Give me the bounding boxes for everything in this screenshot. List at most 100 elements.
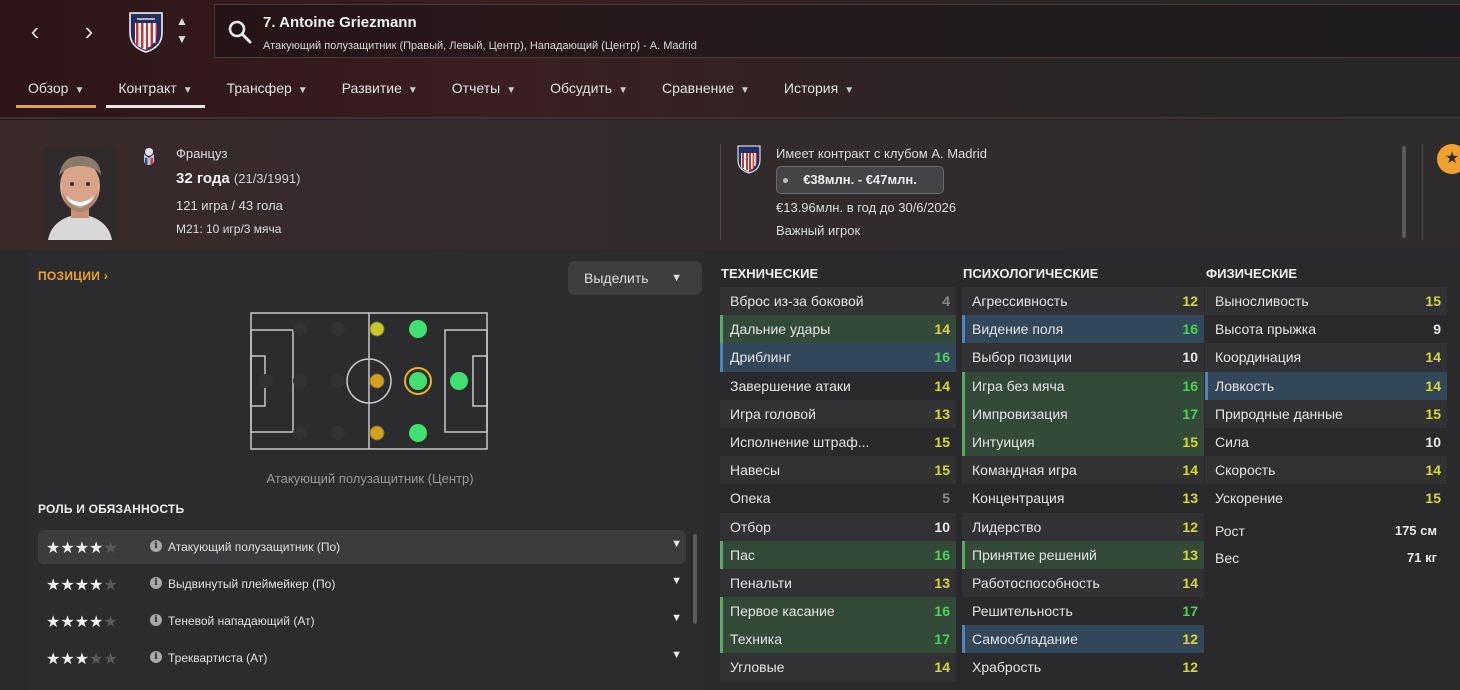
france-flag-icon[interactable] — [142, 146, 156, 170]
scrollbar[interactable] — [693, 534, 697, 624]
tab-overview[interactable]: Обзор ▼ — [16, 76, 97, 108]
attr-row[interactable]: Исполнение штраф... 15 — [720, 428, 956, 456]
attr-name: Игра головой — [730, 405, 816, 422]
top-bar: ‹ › ▲ ▼ 7. Antoine Griezmann Атакующий п… — [0, 0, 1460, 120]
back-button[interactable]: ‹ — [20, 14, 50, 48]
attr-value: 15 — [934, 433, 950, 450]
chevron-down-icon[interactable]: ▼ — [671, 538, 682, 550]
attr-row[interactable]: Храбрость 12 — [962, 653, 1204, 681]
attr-name: Угловые — [730, 659, 785, 676]
divider — [0, 117, 1460, 119]
club-crest-icon[interactable] — [737, 144, 761, 174]
role-name: Треквартиста (Ат) — [168, 651, 268, 665]
attr-value: 14 — [1425, 462, 1441, 479]
attr-row[interactable]: Вброс из-за боковой 4 — [720, 287, 956, 316]
attr-row[interactable]: Игра головой 13 — [720, 399, 956, 428]
tab-contract[interactable]: Контракт ▼ — [106, 76, 205, 108]
attr-row[interactable]: Высота прыжка 9 — [1205, 315, 1447, 343]
attr-name: Координация — [1215, 349, 1302, 366]
club-crest-icon[interactable] — [128, 9, 164, 53]
attr-row[interactable]: Концентрация 13 — [962, 484, 1204, 512]
favorite-star-icon[interactable]: ★ — [1437, 144, 1460, 174]
role-row[interactable]: ★★★★★ i Атакующий полузащитник (По) ▼ — [38, 530, 686, 564]
attr-row[interactable]: Координация 14 — [1205, 343, 1447, 372]
attr-row[interactable]: Дриблинг 16 — [720, 343, 956, 372]
attr-row[interactable]: Сила 10 — [1205, 428, 1447, 456]
attr-name: Решительность — [972, 603, 1073, 620]
scrollbar[interactable] — [1402, 146, 1406, 238]
attr-row[interactable]: Агрессивность 12 — [962, 287, 1204, 316]
search-icon[interactable] — [227, 19, 253, 45]
role-row[interactable]: ★★★★★ i Выдвинутый плеймейкер (По) ▼ — [38, 567, 686, 601]
attr-row[interactable]: Опека 5 — [720, 484, 956, 512]
attr-row[interactable]: Навесы 15 — [720, 456, 956, 485]
attr-row[interactable]: Первое касание 16 — [720, 597, 956, 626]
tab-compare[interactable]: Сравнение ▼ — [650, 76, 762, 108]
role-row[interactable]: ★★★★★ i Теневой нападающий (Ат) ▼ — [38, 604, 686, 638]
attr-row[interactable]: Работоспособность 14 — [962, 568, 1204, 598]
role-row[interactable]: ★★★★★ i Треквартиста (Ат) ▼ — [38, 641, 686, 675]
tab-history[interactable]: История ▼ — [772, 76, 866, 108]
attr-value: 15 — [934, 462, 950, 479]
attr-row[interactable]: Скорость 14 — [1205, 456, 1447, 485]
chevron-down-icon: ▼ — [297, 85, 308, 96]
attr-row[interactable]: Отбор 10 — [720, 512, 956, 541]
attr-name: Скорость — [1215, 462, 1276, 479]
down-arrow-icon[interactable]: ▼ — [172, 32, 192, 46]
chevron-down-icon[interactable]: ▼ — [671, 612, 682, 624]
attr-value: 13 — [934, 405, 950, 422]
attr-row[interactable]: Выбор позиции 10 — [962, 343, 1204, 372]
attr-row[interactable]: Лидерство 12 — [962, 512, 1204, 541]
attr-row[interactable]: Самообладание 12 — [962, 625, 1204, 654]
attr-value: 16 — [934, 603, 950, 620]
attr-value: 17 — [934, 631, 950, 648]
tab-development[interactable]: Развитие ▼ — [330, 76, 430, 108]
attr-value: 16 — [1182, 321, 1198, 338]
tab-discuss[interactable]: Обсудить ▼ — [538, 76, 640, 108]
tab-reports[interactable]: Отчеты ▼ — [440, 76, 528, 108]
player-search-box[interactable]: 7. Antoine Griezmann Атакующий полузащит… — [214, 4, 1460, 58]
mental-attributes: ПСИХОЛОГИЧЕСКИЕ Агрессивность 12 Видение … — [962, 262, 1204, 682]
attr-row[interactable]: Ускорение 15 — [1205, 484, 1447, 512]
positions-title[interactable]: ПОЗИЦИИ › — [38, 269, 108, 283]
attr-row[interactable]: Завершение атаки 14 — [720, 372, 956, 400]
height-label: Рост — [1215, 522, 1245, 539]
attr-row[interactable]: Ловкость 14 — [1205, 371, 1447, 400]
attr-row[interactable]: Импровизация 17 — [962, 399, 1204, 429]
nationality: Француз — [176, 146, 228, 161]
attr-row[interactable]: Пенальти 13 — [720, 568, 956, 598]
info-icon[interactable]: i — [150, 577, 162, 589]
divider — [1422, 144, 1423, 240]
attr-value: 13 — [934, 574, 950, 591]
attr-value: 15 — [1425, 293, 1441, 309]
chevron-down-icon[interactable]: ▼ — [671, 649, 682, 661]
attr-row[interactable]: Природные данные 15 — [1205, 399, 1447, 428]
info-icon[interactable]: i — [150, 540, 162, 552]
attr-row[interactable]: Принятие решений 13 — [962, 540, 1204, 570]
attr-value: 14 — [1425, 377, 1441, 394]
attr-row[interactable]: Видение поля 16 — [962, 315, 1204, 344]
highlight-dropdown[interactable]: Выделить ▼ — [568, 261, 702, 295]
forward-button[interactable]: › — [74, 14, 104, 48]
positions-panel: ПОЗИЦИИ › Выделить ▼ Атакующий полузащитн… — [28, 252, 704, 690]
chevron-down-icon[interactable]: ▼ — [671, 575, 682, 587]
highlight-label: Выделить — [584, 270, 649, 286]
chevron-down-icon: ▼ — [182, 85, 193, 96]
attr-row[interactable]: Игра без мяча 16 — [962, 371, 1204, 400]
attr-row[interactable]: Решительность 17 — [962, 597, 1204, 625]
up-arrow-icon[interactable]: ▲ — [172, 14, 192, 28]
attr-row[interactable]: Дальние удары 14 — [720, 315, 956, 344]
attr-row[interactable]: Угловые 14 — [720, 653, 956, 682]
attr-row[interactable]: Командная игра 14 — [962, 456, 1204, 485]
attr-row[interactable]: Интуиция 15 — [962, 427, 1204, 457]
tab-transfer[interactable]: Трансфер ▼ — [215, 76, 320, 108]
chevron-right-icon: › — [103, 269, 109, 283]
value-range-pill[interactable]: €38млн. - €47млн. — [776, 166, 944, 194]
attr-row[interactable]: Выносливость 15 — [1205, 287, 1447, 316]
attr-row[interactable]: Техника 17 — [720, 625, 956, 654]
info-icon[interactable]: i — [150, 614, 162, 626]
tab-label: Развитие — [341, 80, 402, 96]
info-icon[interactable]: i — [150, 651, 162, 663]
attr-name: Самообладание — [972, 631, 1078, 648]
attr-row[interactable]: Пас 16 — [720, 540, 956, 570]
